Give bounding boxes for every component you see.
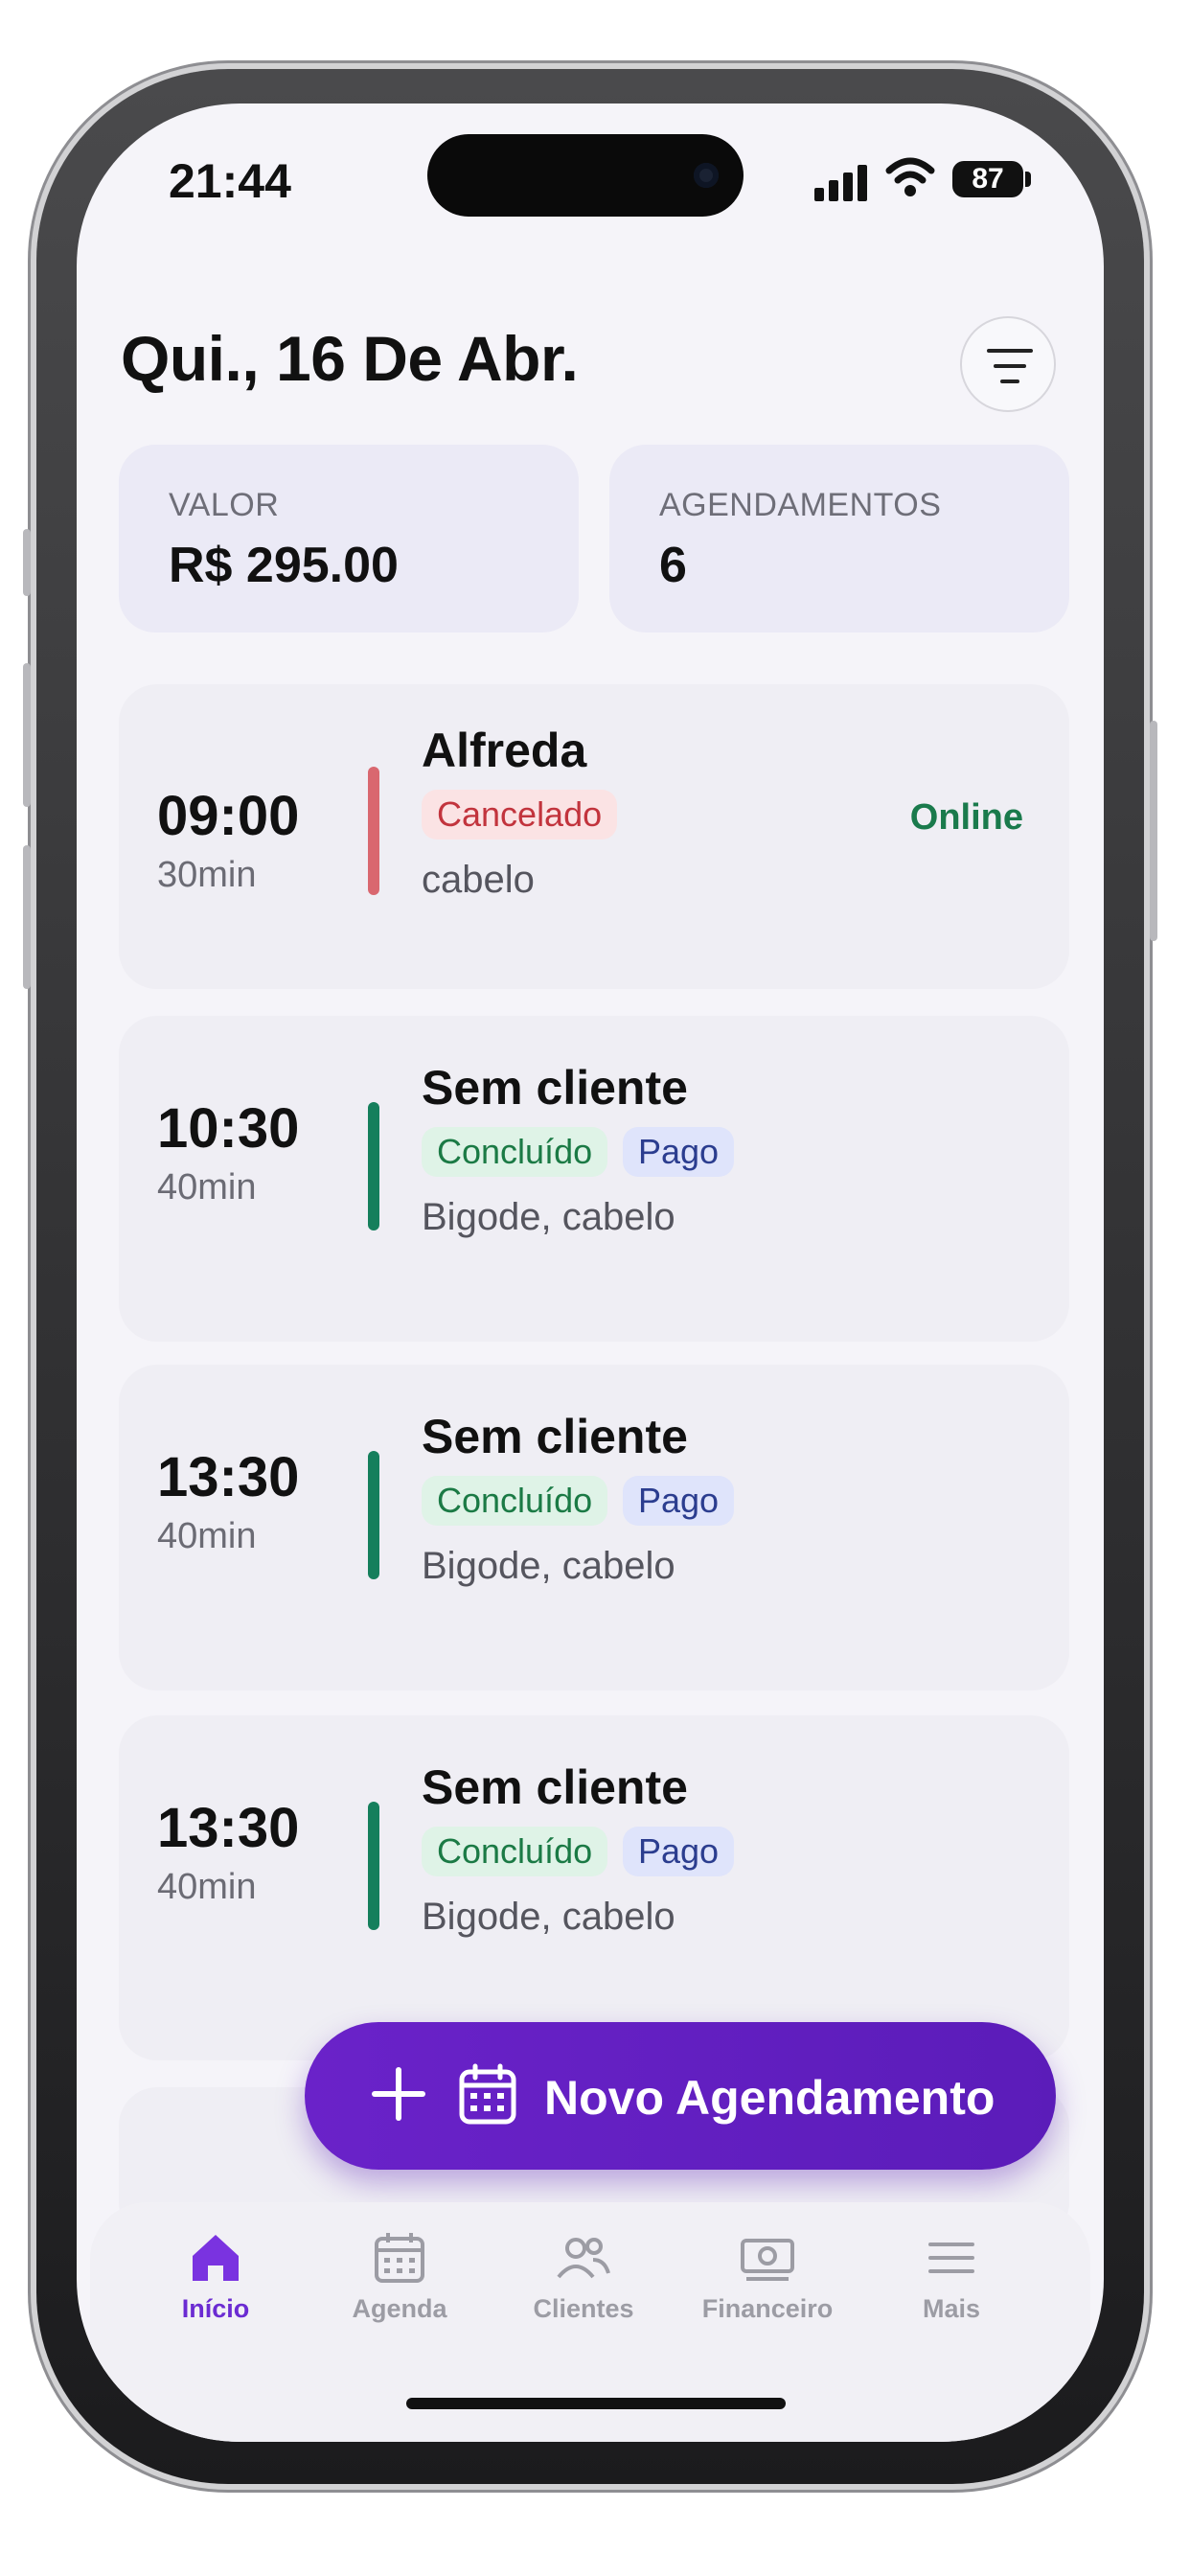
dynamic-island bbox=[427, 134, 744, 217]
menu-icon bbox=[928, 2242, 974, 2273]
client-name: Sem cliente bbox=[422, 1760, 688, 1814]
status-bar-completed bbox=[368, 1102, 379, 1230]
appointment-card[interactable]: 10:30 40min Sem cliente Concluído Pago B… bbox=[119, 1016, 1069, 1342]
tab-label: Clientes bbox=[533, 2294, 634, 2323]
appointment-time: 13:30 bbox=[157, 1797, 300, 1859]
appointment-card[interactable]: 13:30 40min Sem cliente Concluído Pago B… bbox=[119, 1365, 1069, 1690]
services-text: cabelo bbox=[422, 859, 535, 901]
stat-value: R$ 295.00 bbox=[169, 538, 399, 593]
payment-badge: Pago bbox=[623, 1127, 735, 1177]
status-badge: Cancelado bbox=[422, 790, 618, 840]
mute-switch bbox=[23, 529, 31, 596]
tab-label: Agenda bbox=[352, 2294, 447, 2323]
calendar-icon bbox=[375, 2233, 424, 2283]
services-text: Bigode, cabelo bbox=[422, 1545, 675, 1587]
client-name: Sem cliente bbox=[422, 1410, 688, 1463]
appointment-time: 09:00 bbox=[157, 785, 300, 847]
appointment-time: 10:30 bbox=[157, 1097, 300, 1160]
stat-label: VALOR bbox=[169, 487, 280, 523]
home-icon bbox=[193, 2235, 239, 2281]
status-bar-completed bbox=[368, 1802, 379, 1930]
online-label: Online bbox=[909, 797, 1023, 838]
status-bar: 21:44 87 bbox=[77, 104, 1104, 247]
money-icon bbox=[741, 2239, 794, 2281]
status-bar-cancelled bbox=[368, 767, 379, 895]
client-name: Sem cliente bbox=[422, 1061, 688, 1115]
status-badge: Concluído bbox=[422, 1127, 608, 1177]
appointment-duration: 40min bbox=[157, 1516, 257, 1556]
filter-button[interactable] bbox=[960, 316, 1056, 412]
payment-badge: Pago bbox=[623, 1476, 735, 1526]
appointment-duration: 40min bbox=[157, 1167, 257, 1208]
stat-card-agendamentos: AGENDAMENTOS 6 bbox=[609, 445, 1069, 632]
battery-indicator: 87 bbox=[952, 161, 1023, 197]
stat-label: AGENDAMENTOS bbox=[659, 487, 942, 523]
volume-down-button bbox=[23, 845, 31, 989]
status-bar-completed bbox=[368, 1451, 379, 1579]
appointment-duration: 30min bbox=[157, 855, 257, 895]
battery-tip bbox=[1025, 172, 1031, 187]
stat-value: 6 bbox=[659, 538, 687, 593]
users-icon bbox=[557, 2238, 610, 2279]
signal-icon bbox=[814, 163, 870, 201]
status-badge: Concluído bbox=[422, 1827, 608, 1876]
wifi-icon bbox=[885, 157, 935, 196]
tab-financeiro[interactable]: Financeiro bbox=[676, 2231, 858, 2324]
tab-label: Financeiro bbox=[701, 2294, 834, 2323]
appointment-card[interactable]: 09:00 30min Alfreda Cancelado cabelo Onl… bbox=[119, 684, 1069, 989]
new-appointment-button[interactable]: Novo Agendamento bbox=[305, 2022, 1056, 2170]
new-appointment-label: Novo Agendamento bbox=[544, 2071, 995, 2125]
app-screen: 21:44 87 Qui., 16 De Abr. VALOR R$ 295.0… bbox=[77, 104, 1104, 2442]
appointment-time: 13:30 bbox=[157, 1446, 300, 1508]
stat-card-valor: VALOR R$ 295.00 bbox=[119, 445, 579, 632]
home-indicator bbox=[406, 2398, 786, 2409]
power-button bbox=[1150, 721, 1157, 941]
status-badge: Concluído bbox=[422, 1476, 608, 1526]
status-time: 21:44 bbox=[169, 154, 291, 208]
tab-label: Início bbox=[181, 2294, 250, 2323]
page-title: Qui., 16 De Abr. bbox=[121, 323, 579, 394]
appointment-duration: 40min bbox=[157, 1867, 257, 1907]
filter-icon bbox=[987, 349, 1033, 383]
tab-label: Mais bbox=[922, 2294, 981, 2323]
appointment-card[interactable]: 13:30 40min Sem cliente Concluído Pago B… bbox=[119, 1715, 1069, 2060]
front-camera bbox=[694, 163, 719, 188]
tab-mais[interactable]: Mais bbox=[860, 2231, 1042, 2324]
plus-icon bbox=[372, 2067, 425, 2121]
volume-up-button bbox=[23, 663, 31, 807]
calendar-icon bbox=[459, 2063, 516, 2125]
tab-agenda[interactable]: Agenda bbox=[309, 2231, 491, 2324]
tab-clientes[interactable]: Clientes bbox=[492, 2231, 675, 2324]
payment-badge: Pago bbox=[623, 1827, 735, 1876]
services-text: Bigode, cabelo bbox=[422, 1196, 675, 1238]
client-name: Alfreda bbox=[422, 724, 587, 777]
tab-inicio[interactable]: Início bbox=[125, 2231, 307, 2324]
services-text: Bigode, cabelo bbox=[422, 1896, 675, 1938]
